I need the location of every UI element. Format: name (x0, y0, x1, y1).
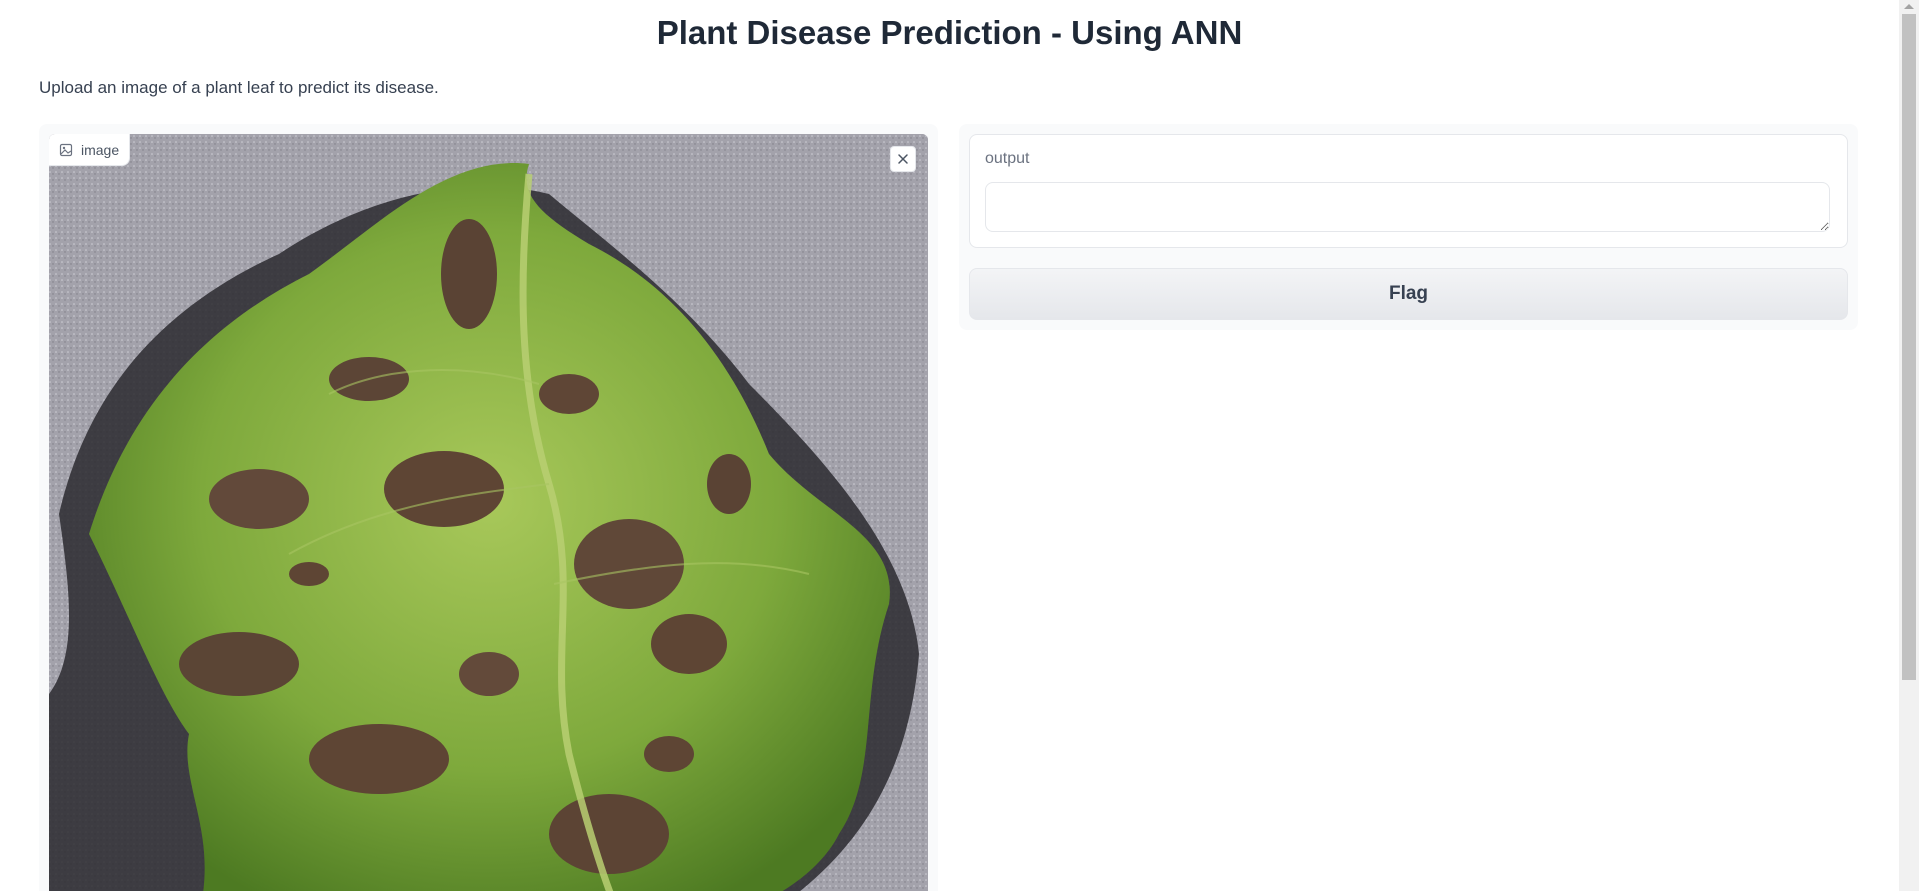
flag-button[interactable]: Flag (969, 268, 1848, 320)
scroll-up-icon[interactable] (1904, 4, 1914, 9)
output-textbox[interactable] (985, 182, 1830, 232)
close-icon (898, 154, 908, 164)
image-label-tab: image (49, 134, 131, 166)
image-icon (59, 143, 73, 156)
input-panel: image (39, 124, 938, 891)
image-upload[interactable]: image (49, 134, 928, 891)
output-label: output (985, 150, 1030, 167)
leaf-photo (49, 134, 928, 891)
output-panel: output Flag (959, 124, 1858, 330)
page-description: Upload an image of a plant leaf to predi… (39, 78, 439, 97)
page: Plant Disease Prediction - Using ANN Upl… (0, 0, 1919, 891)
page-title: Plant Disease Prediction - Using ANN (656, 14, 1243, 51)
clear-image-button[interactable] (890, 146, 916, 172)
image-label-text: image (81, 141, 120, 158)
output-block: output (969, 134, 1848, 248)
scrollbar[interactable] (1899, 0, 1919, 891)
scroll-thumb[interactable] (1902, 14, 1916, 680)
